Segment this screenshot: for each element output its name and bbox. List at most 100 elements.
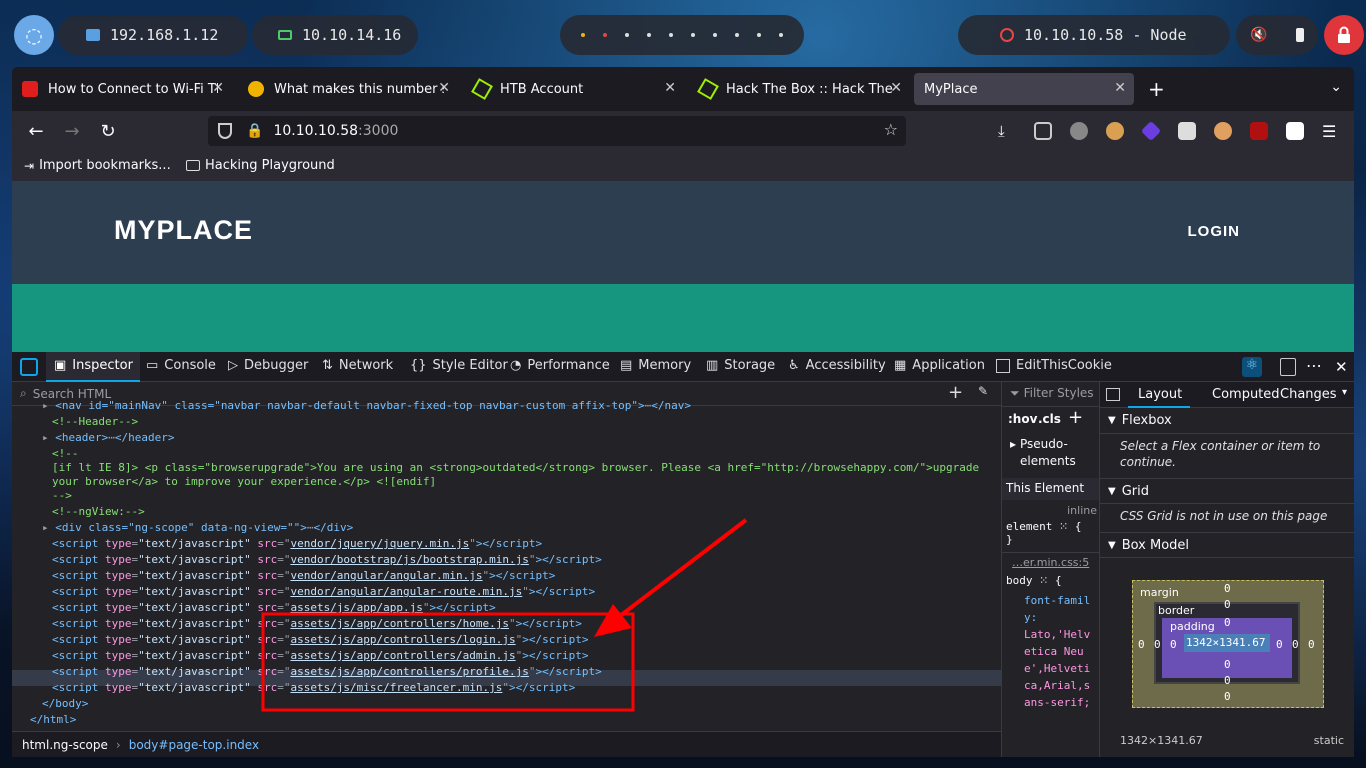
close-tab-icon[interactable]: ✕ bbox=[212, 80, 224, 96]
local-ip: 192.168.1.12 bbox=[110, 26, 219, 44]
mute-icon[interactable]: 🔇 bbox=[1250, 27, 1267, 43]
tab-wifi[interactable]: How to Connect to Wi-Fi Th ✕ bbox=[12, 73, 232, 105]
workspace-dot[interactable] bbox=[691, 33, 695, 37]
lock-icon[interactable]: 🔒 bbox=[246, 123, 263, 139]
tab-number[interactable]: What makes this number s ✕ bbox=[238, 73, 458, 105]
back-button[interactable]: ← bbox=[24, 119, 48, 143]
workspace-dot[interactable] bbox=[779, 33, 783, 37]
forward-button[interactable]: → bbox=[60, 119, 84, 143]
workspace-dot[interactable] bbox=[603, 33, 607, 37]
workspace-dot[interactable] bbox=[647, 33, 651, 37]
bookmark-label: Import bookmarks... bbox=[39, 158, 171, 173]
lock-icon bbox=[1338, 26, 1350, 43]
flexbox-note: Select a Flex container or item to conti… bbox=[1120, 439, 1321, 469]
padding-right[interactable]: 0 bbox=[1276, 638, 1283, 651]
padding-bottom[interactable]: 0 bbox=[1224, 658, 1231, 671]
new-tab-button[interactable]: + bbox=[1148, 77, 1165, 101]
close-tab-icon[interactable]: ✕ bbox=[890, 80, 902, 96]
navigation-toolbar: ← → ↻ 🔒 10.10.10.58 :3000 ☆ ⤓ ☰ bbox=[12, 111, 1354, 151]
margin-top[interactable]: 0 bbox=[1224, 582, 1231, 595]
qr-code-icon[interactable] bbox=[1286, 122, 1304, 140]
bookmark-folder[interactable]: Hacking Playground bbox=[186, 158, 335, 173]
reload-button[interactable]: ↻ bbox=[96, 119, 120, 143]
workspace-dot[interactable] bbox=[581, 33, 585, 37]
react-icon[interactable]: ⚛ bbox=[1242, 357, 1262, 377]
htb-cube-icon bbox=[697, 78, 719, 100]
user-agent-icon[interactable] bbox=[1178, 122, 1196, 140]
section-title: Flexbox bbox=[1121, 413, 1172, 428]
box-model-section[interactable]: ▼ Box Model bbox=[1100, 532, 1354, 558]
web-page: MYPLACE LOGIN bbox=[12, 181, 1354, 352]
workspace-dot[interactable] bbox=[735, 33, 739, 37]
grid-section[interactable]: ▼ Grid bbox=[1100, 478, 1354, 504]
url-bar[interactable]: 🔒 10.10.10.58 :3000 ☆ bbox=[208, 116, 906, 146]
vpn-ip: 10.10.14.16 bbox=[302, 26, 402, 44]
padding-left[interactable]: 0 bbox=[1170, 638, 1177, 651]
hulu-icon bbox=[22, 81, 38, 97]
more-options-icon[interactable]: ⋯ bbox=[1306, 356, 1322, 375]
extensions-icon[interactable] bbox=[1034, 122, 1052, 140]
target-icon bbox=[1000, 28, 1014, 42]
htb-cube-icon bbox=[471, 78, 493, 100]
target-label: 10.10.10.58 - Node bbox=[1024, 26, 1187, 44]
tab-label: How to Connect to Wi-Fi Th bbox=[48, 81, 218, 97]
site-brand[interactable]: MYPLACE bbox=[114, 215, 253, 246]
workspace-dot[interactable] bbox=[669, 33, 673, 37]
local-ip-widget[interactable]: 192.168.1.12 bbox=[58, 15, 248, 55]
margin-bottom[interactable]: 0 bbox=[1224, 690, 1231, 703]
border-right[interactable]: 0 bbox=[1292, 638, 1299, 651]
margin-left[interactable]: 0 bbox=[1138, 638, 1145, 651]
lock-screen-button[interactable] bbox=[1324, 15, 1364, 55]
border-bottom[interactable]: 0 bbox=[1224, 674, 1231, 687]
vpn-ip-widget[interactable]: 10.10.14.16 bbox=[252, 15, 418, 55]
bookmark-label: Hacking Playground bbox=[205, 158, 335, 173]
import-bookmarks[interactable]: ⇥ Import bookmarks... bbox=[24, 158, 171, 173]
border-top[interactable]: 0 bbox=[1224, 598, 1231, 611]
chevron-down-icon[interactable]: ▾ bbox=[1342, 387, 1347, 398]
close-devtools-icon[interactable]: ✕ bbox=[1335, 358, 1348, 376]
bookmark-star-icon[interactable]: ☆ bbox=[884, 120, 898, 139]
downloads-icon[interactable]: ⤓ bbox=[998, 122, 1016, 140]
workspace-dot[interactable] bbox=[757, 33, 761, 37]
menu-hamburger-icon[interactable]: ☰ bbox=[1322, 122, 1340, 141]
workspace-dot[interactable] bbox=[625, 33, 629, 37]
login-link[interactable]: LOGIN bbox=[1188, 223, 1241, 240]
laptop-icon bbox=[278, 30, 292, 40]
border-left[interactable]: 0 bbox=[1154, 638, 1161, 651]
workspace-switcher[interactable] bbox=[560, 15, 804, 55]
target-widget[interactable]: 10.10.10.58 - Node bbox=[958, 15, 1230, 55]
tab-layout[interactable]: Layout bbox=[1138, 387, 1182, 402]
app-menu-logo-icon[interactable]: ◌ bbox=[14, 15, 54, 55]
wappalyzer-icon[interactable] bbox=[1140, 120, 1162, 142]
cookie-extension-icon[interactable] bbox=[1106, 122, 1124, 140]
system-tray[interactable]: 🔇 bbox=[1236, 15, 1318, 55]
battery-icon[interactable] bbox=[1295, 28, 1304, 42]
tab-strip: How to Connect to Wi-Fi Th ✕ What makes … bbox=[12, 67, 1354, 111]
tab-htb[interactable]: Hack The Box :: Hack The B ✕ bbox=[690, 73, 910, 105]
margin-label: margin bbox=[1140, 586, 1179, 599]
spy-extension-icon[interactable] bbox=[1070, 122, 1088, 140]
close-tab-icon[interactable]: ✕ bbox=[438, 80, 450, 96]
red-annotation bbox=[261, 518, 748, 712]
ublock-icon[interactable] bbox=[1250, 122, 1268, 140]
close-tab-icon[interactable]: ✕ bbox=[664, 80, 676, 96]
bookmarks-toolbar: ⇥ Import bookmarks... Hacking Playground bbox=[12, 151, 1354, 181]
workspace-dot[interactable] bbox=[713, 33, 717, 37]
padding-top[interactable]: 0 bbox=[1224, 616, 1231, 629]
tab-htb-account[interactable]: HTB Account ✕ bbox=[464, 73, 684, 105]
compass-icon bbox=[248, 81, 264, 97]
list-tabs-chevron-icon[interactable]: ⌄ bbox=[1330, 79, 1342, 95]
margin-right[interactable]: 0 bbox=[1308, 638, 1315, 651]
tab-changes[interactable]: Changes bbox=[1280, 387, 1337, 402]
cookie-editor-icon[interactable] bbox=[1214, 122, 1232, 140]
flexbox-section[interactable]: ▼ Flexbox bbox=[1100, 408, 1354, 434]
layout-pane: Layout Computed Changes ▾ ▼ Flexbox Selec… bbox=[1100, 382, 1354, 757]
close-tab-icon[interactable]: ✕ bbox=[1114, 80, 1126, 96]
dock-side-icon[interactable] bbox=[1280, 358, 1296, 376]
shield-icon[interactable] bbox=[218, 123, 232, 139]
highlight-rectangle bbox=[261, 612, 635, 712]
tab-computed[interactable]: Computed bbox=[1212, 387, 1280, 402]
tab-label: Hack The Box :: Hack The B bbox=[726, 81, 896, 97]
tab-myplace[interactable]: MyPlace ✕ bbox=[914, 73, 1134, 105]
content-size[interactable]: 1342×1341.67 bbox=[1186, 636, 1265, 649]
